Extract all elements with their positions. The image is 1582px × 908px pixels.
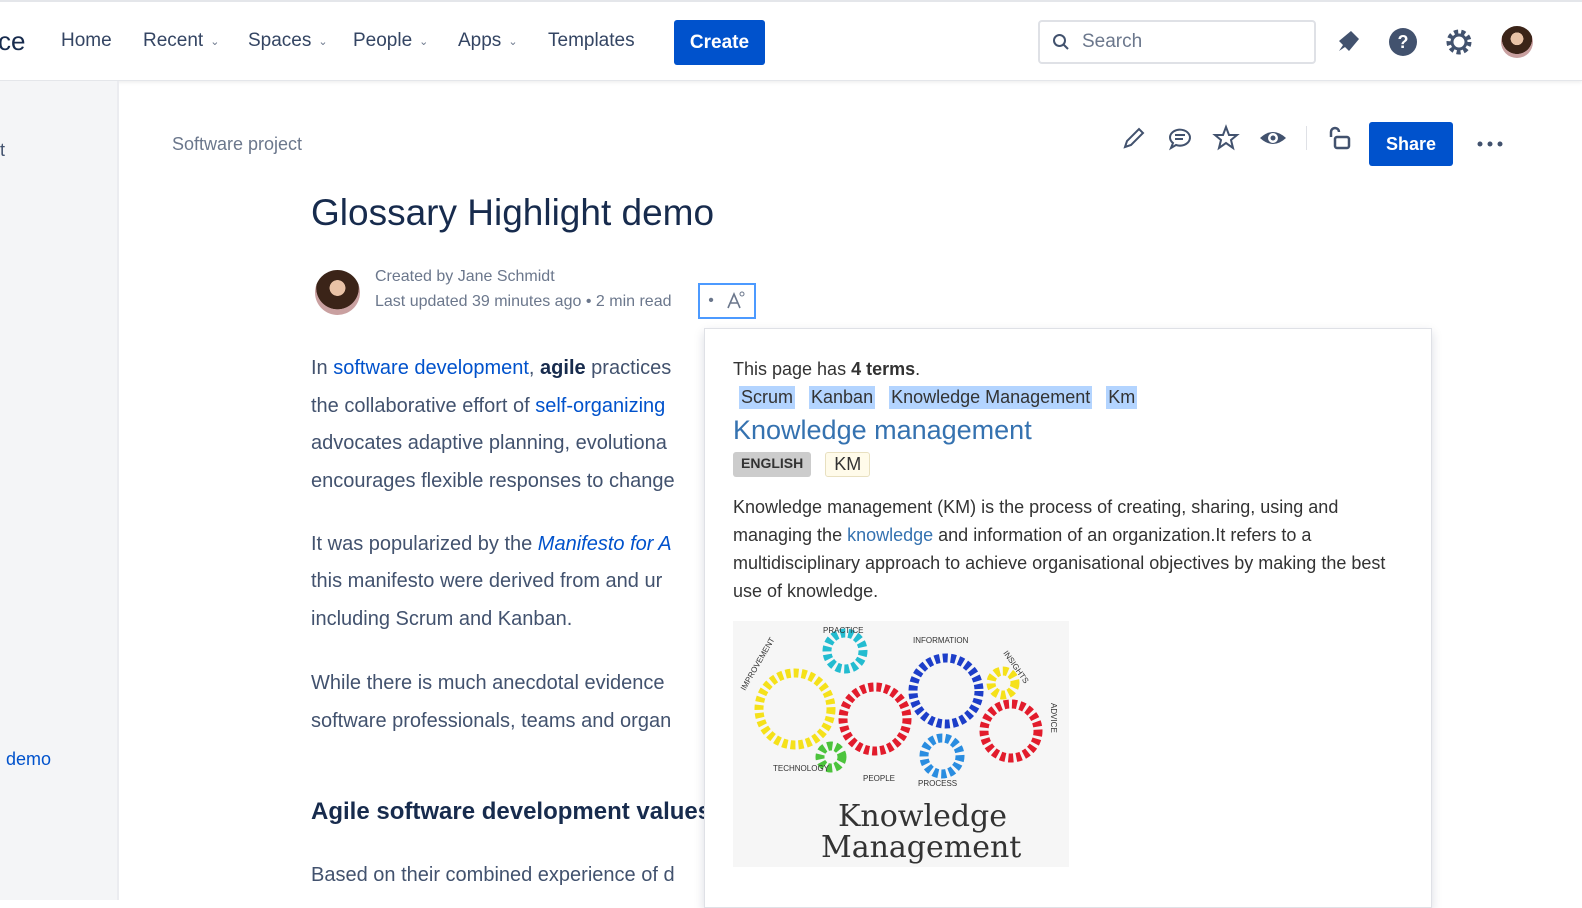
chevron-down-icon: ⌄ xyxy=(210,35,220,48)
link-software-development[interactable]: software development xyxy=(333,357,529,379)
nav-label: Recent xyxy=(143,30,204,51)
paragraph-line: software professionals, teams and organ xyxy=(311,710,672,732)
abbreviation-badge: KM xyxy=(825,452,871,477)
paragraph-line: this manifesto were derived from and ur xyxy=(311,570,663,592)
nav-label: Templates xyxy=(548,30,635,51)
term-knowledge-management[interactable]: Knowledge Management xyxy=(889,386,1093,409)
text: , xyxy=(528,357,541,379)
edit-pencil-icon[interactable] xyxy=(1120,124,1148,152)
term-list: Scrum Kanban Knowledge Management Km xyxy=(739,386,1403,409)
image-label: PROCESS xyxy=(918,779,957,788)
svg-text:?: ? xyxy=(1398,32,1409,52)
user-avatar[interactable] xyxy=(1501,26,1533,58)
language-badge: ENGLISH xyxy=(733,452,812,477)
share-button[interactable]: Share xyxy=(1369,122,1453,166)
watch-eye-icon[interactable] xyxy=(1258,124,1288,152)
nav-recent[interactable]: Recent ⌄ xyxy=(143,30,219,52)
bold-agile: agile xyxy=(540,357,586,379)
link-manifesto[interactable]: Manifesto for A xyxy=(538,533,672,555)
nav-apps[interactable]: Apps ⌄ xyxy=(458,30,518,52)
restrictions-unlock-icon[interactable] xyxy=(1325,124,1353,152)
paragraph-line: advocates adaptive planning, evolutiona xyxy=(311,432,667,454)
term-km[interactable]: Km xyxy=(1106,386,1138,409)
nav-home[interactable]: Home xyxy=(61,30,112,52)
breadcrumb[interactable]: Software project xyxy=(172,134,302,155)
help-icon[interactable]: ? xyxy=(1387,26,1419,58)
paragraph-line: the collaborative effort of self-organiz… xyxy=(311,387,711,425)
image-caption: Management xyxy=(821,830,1021,865)
comment-icon[interactable] xyxy=(1166,124,1194,152)
paragraph: In software development, agile practices xyxy=(311,349,711,387)
sidebar-item[interactable]: t xyxy=(0,140,5,161)
nav-spaces[interactable]: Spaces ⌄ xyxy=(248,30,328,52)
terms-count: 4 terms xyxy=(851,359,916,379)
terms-summary: This page has 4 terms. xyxy=(733,359,1403,380)
glossary-popup: This page has 4 terms. Scrum Kanban Know… xyxy=(704,328,1432,908)
chevron-down-icon: ⌄ xyxy=(318,35,328,48)
paragraph-line: While there is much anecdotal evidence xyxy=(311,672,665,694)
image-caption: Knowledge xyxy=(838,799,1007,834)
paragraph-line: Based on their combined experience of d xyxy=(311,864,675,886)
term-kanban[interactable]: Kanban xyxy=(809,386,876,409)
text: In xyxy=(311,357,334,379)
text: practices xyxy=(585,357,672,379)
separator: • xyxy=(585,293,592,310)
glossary-highlight-icon xyxy=(727,291,745,309)
glossary-highlight-button[interactable]: • xyxy=(698,283,756,319)
image-label: PEOPLE xyxy=(863,774,895,783)
section-heading: Agile software development values xyxy=(311,798,706,825)
paragraph-line: encourages flexible responses to change xyxy=(311,470,675,492)
separator: • xyxy=(708,292,714,309)
term-badges: ENGLISH KM xyxy=(733,452,1403,477)
sidebar-page-link[interactable]: demo xyxy=(6,749,51,770)
nav-templates[interactable]: Templates xyxy=(548,30,635,52)
divider xyxy=(1306,126,1307,150)
image-label: PRACTICE xyxy=(823,626,863,635)
paragraph-line: It was popularized by the Manifesto for … xyxy=(311,525,711,563)
nav-label: Spaces xyxy=(248,30,312,51)
nav-label: Home xyxy=(61,30,112,51)
star-icon[interactable] xyxy=(1212,124,1240,152)
chevron-down-icon: ⌄ xyxy=(508,35,518,48)
create-button[interactable]: Create xyxy=(674,20,765,65)
term-scrum[interactable]: Scrum xyxy=(739,386,796,409)
sidebar xyxy=(0,81,119,900)
nav-label: Apps xyxy=(458,30,502,51)
chevron-down-icon: ⌄ xyxy=(419,35,429,48)
image-label: INFORMATION xyxy=(913,636,969,645)
search-input[interactable]: Search xyxy=(1038,20,1316,64)
search-placeholder: Search xyxy=(1082,31,1143,52)
text: This page has xyxy=(733,359,852,379)
last-updated[interactable]: Last updated 39 minutes ago xyxy=(375,293,581,310)
nav-label: People xyxy=(353,30,413,51)
image-label: ADVICE xyxy=(1049,703,1058,733)
page-meta: Last updated 39 minutes ago • 2 min read xyxy=(375,293,671,311)
link-knowledge[interactable]: knowledge xyxy=(847,525,933,545)
author-avatar[interactable] xyxy=(315,270,360,315)
settings-gear-icon[interactable] xyxy=(1443,26,1475,58)
app-logo[interactable]: ce xyxy=(0,26,25,57)
knowledge-management-gears-image: PRACTICE INFORMATION INSIGHTS IMPROVEMEN… xyxy=(733,621,1069,867)
notifications-icon[interactable] xyxy=(1332,26,1364,58)
created-by: Created by Jane Schmidt xyxy=(375,268,555,285)
paragraph-line: including Scrum and Kanban. xyxy=(311,608,573,630)
search-icon xyxy=(1053,34,1069,50)
top-navigation: ce Home Recent ⌄ Spaces ⌄ People ⌄ Apps ⌄ Te… xyxy=(0,0,1582,81)
more-actions-icon[interactable] xyxy=(1476,130,1504,158)
image-label: TECHNOLOGY xyxy=(773,764,830,773)
nav-people[interactable]: People ⌄ xyxy=(353,30,428,52)
text: . xyxy=(915,359,921,379)
page-actions xyxy=(1120,124,1353,152)
glossary-term-title[interactable]: Knowledge management xyxy=(733,415,1403,446)
read-time: 2 min read xyxy=(595,293,672,310)
text: the collaborative effort of xyxy=(311,395,536,417)
term-description: Knowledge management (KM) is the process… xyxy=(733,493,1413,605)
page-title: Glossary Highlight demo xyxy=(311,192,715,233)
link-self-organizing[interactable]: self-organizing xyxy=(535,395,665,417)
text: It was popularized by the xyxy=(311,533,538,555)
